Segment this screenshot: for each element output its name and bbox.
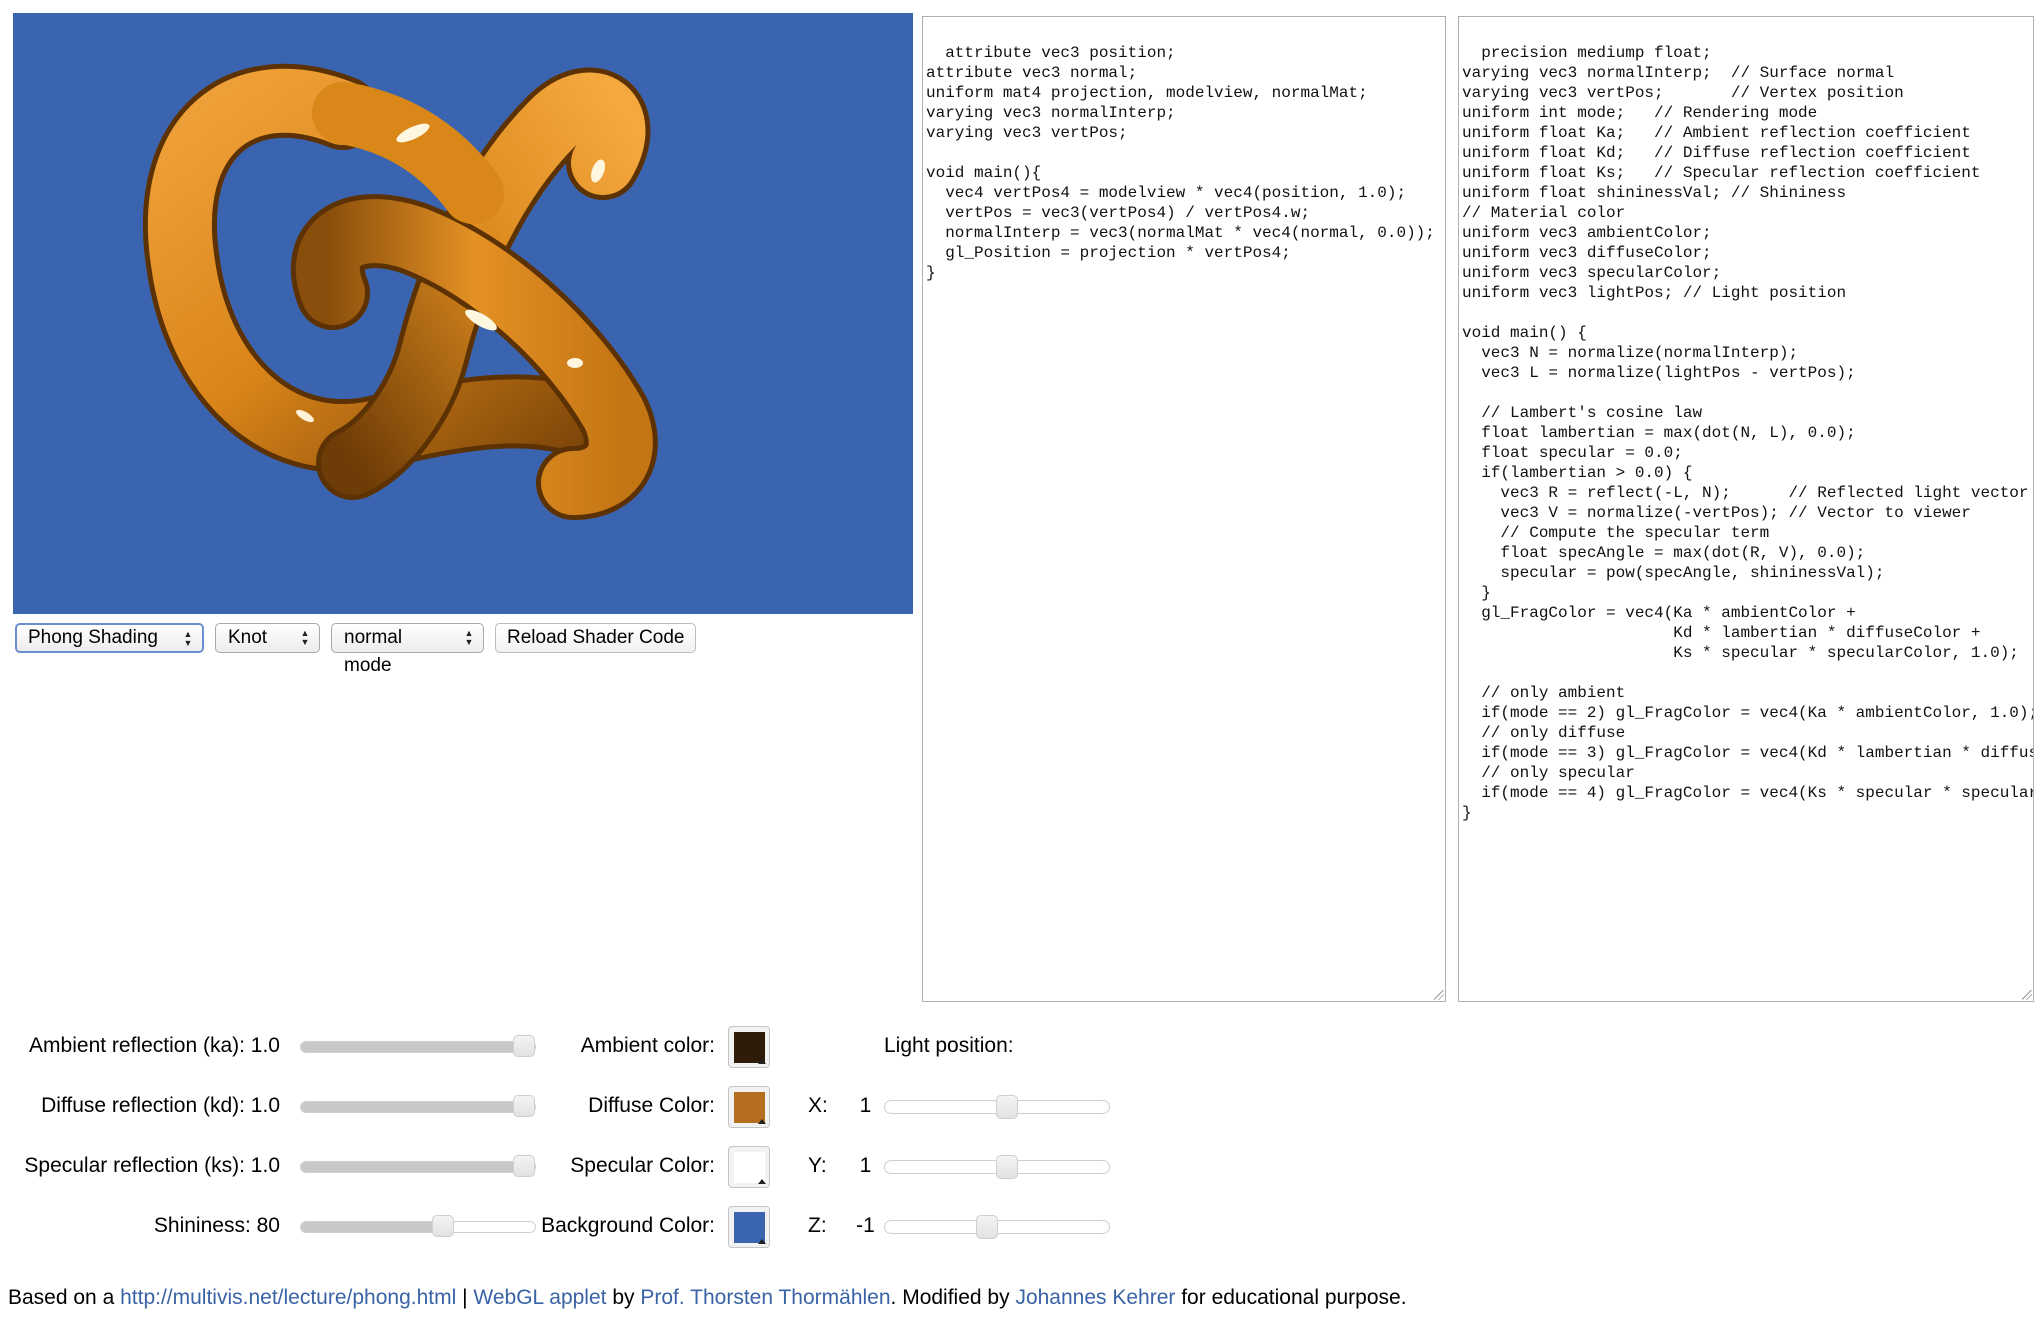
slider-fill [301,1042,535,1052]
resize-grip-icon[interactable] [1434,990,1444,1000]
select-arrows-icon: ▲ ▼ [300,628,310,647]
footer-credits: Based on a http://multivis.net/lecture/p… [8,1283,1407,1313]
shininess-label: Shininess: 80 [153,1214,280,1237]
background-color-label: Background Color: [541,1214,715,1237]
webgl-canvas[interactable] [13,13,913,614]
diffuse-reflection-label: Diffuse reflection (kd): 1.0 [41,1094,280,1117]
shininess-row: Shininess: 80 Background Color: Z: -1 [0,1206,2041,1248]
picker-arrow-icon [758,1179,766,1184]
vertex-shader-code: attribute vec3 position; attribute vec3 … [926,44,1435,282]
diffuse-row: Diffuse reflection (kd): 1.0 Diffuse Col… [0,1086,2041,1128]
model-select[interactable]: Knot ▲ ▼ [215,623,320,653]
slider-thumb[interactable] [996,1095,1018,1119]
select-arrows-icon: ▲ ▼ [183,629,193,648]
light-y-value: 1 [859,1154,872,1177]
slider-thumb[interactable] [513,1095,535,1117]
light-y-label: Y: [808,1154,827,1177]
specular-row: Specular reflection (ks): 1.0 Specular C… [0,1146,2041,1188]
slider-fill [301,1222,446,1232]
picker-arrow-icon [758,1119,766,1124]
resize-grip-icon[interactable] [2022,990,2032,1000]
light-position-label: Light position: [884,1034,1014,1057]
footer-text: . Modified by [890,1286,1016,1309]
specular-color-picker[interactable] [728,1146,770,1188]
ambient-color-label: Ambient color: [580,1034,715,1057]
vertex-shader-editor[interactable]: attribute vec3 position; attribute vec3 … [922,16,1446,1002]
footer-text: for educational purpose. [1175,1286,1407,1309]
author-link[interactable]: Prof. Thorsten Thormählen [640,1286,890,1309]
controls-bar: Phong Shading ▲ ▼ Knot ▲ ▼ normal mode ▲ ▼ … [15,623,697,676]
footer-text: Based on a [8,1286,121,1309]
ambient-row: Ambient reflection (ka): 1.0 Ambient col… [0,1026,2041,1068]
knot-render [142,63,658,520]
footer-text: by [606,1286,641,1309]
shading-select[interactable]: Phong Shading ▲ ▼ [15,623,204,653]
modifier-link[interactable]: Johannes Kehrer [1015,1286,1175,1309]
reload-shader-button[interactable]: Reload Shader Code [495,623,697,653]
shading-select-value: Phong Shading [28,627,158,648]
slider-thumb[interactable] [432,1215,454,1237]
mode-select-value: normal mode [344,627,403,676]
ambient-reflection-slider[interactable] [300,1035,536,1057]
specular-color-label: Specular Color: [570,1154,715,1177]
fragment-shader-editor[interactable]: precision mediump float; varying vec3 no… [1458,16,2034,1002]
model-select-value: Knot [228,627,268,648]
light-z-slider[interactable] [884,1215,1110,1239]
slider-thumb[interactable] [513,1035,535,1057]
slider-fill [301,1162,535,1172]
diffuse-color-label: Diffuse Color: [588,1094,715,1117]
ambient-reflection-label: Ambient reflection (ka): 1.0 [29,1034,280,1057]
specular-reflection-label: Specular reflection (ks): 1.0 [24,1154,280,1177]
light-z-label: Z: [808,1214,827,1237]
diffuse-reflection-slider[interactable] [300,1095,536,1117]
picker-arrow-icon [758,1059,766,1064]
webgl-applet-link[interactable]: WebGL applet [473,1286,606,1309]
light-x-label: X: [808,1094,828,1117]
slider-thumb[interactable] [996,1155,1018,1179]
background-color-picker[interactable] [728,1206,770,1248]
light-x-slider[interactable] [884,1095,1110,1119]
slider-thumb[interactable] [976,1215,998,1239]
slider-fill [301,1102,535,1112]
light-z-value: -1 [856,1214,875,1237]
select-arrows-icon: ▲ ▼ [464,628,474,647]
specular-reflection-slider[interactable] [300,1155,536,1177]
mode-select[interactable]: normal mode ▲ ▼ [331,623,484,676]
picker-arrow-icon [758,1239,766,1244]
light-y-slider[interactable] [884,1155,1110,1179]
diffuse-color-picker[interactable] [728,1086,770,1128]
light-x-value: 1 [859,1094,872,1117]
fragment-shader-code: precision mediump float; varying vec3 no… [1462,44,2034,822]
slider-thumb[interactable] [513,1155,535,1177]
ambient-color-picker[interactable] [728,1026,770,1068]
phong-lecture-link[interactable]: http://multivis.net/lecture/phong.html [120,1286,456,1309]
footer-separator: | [456,1286,474,1309]
shininess-slider[interactable] [300,1215,536,1237]
